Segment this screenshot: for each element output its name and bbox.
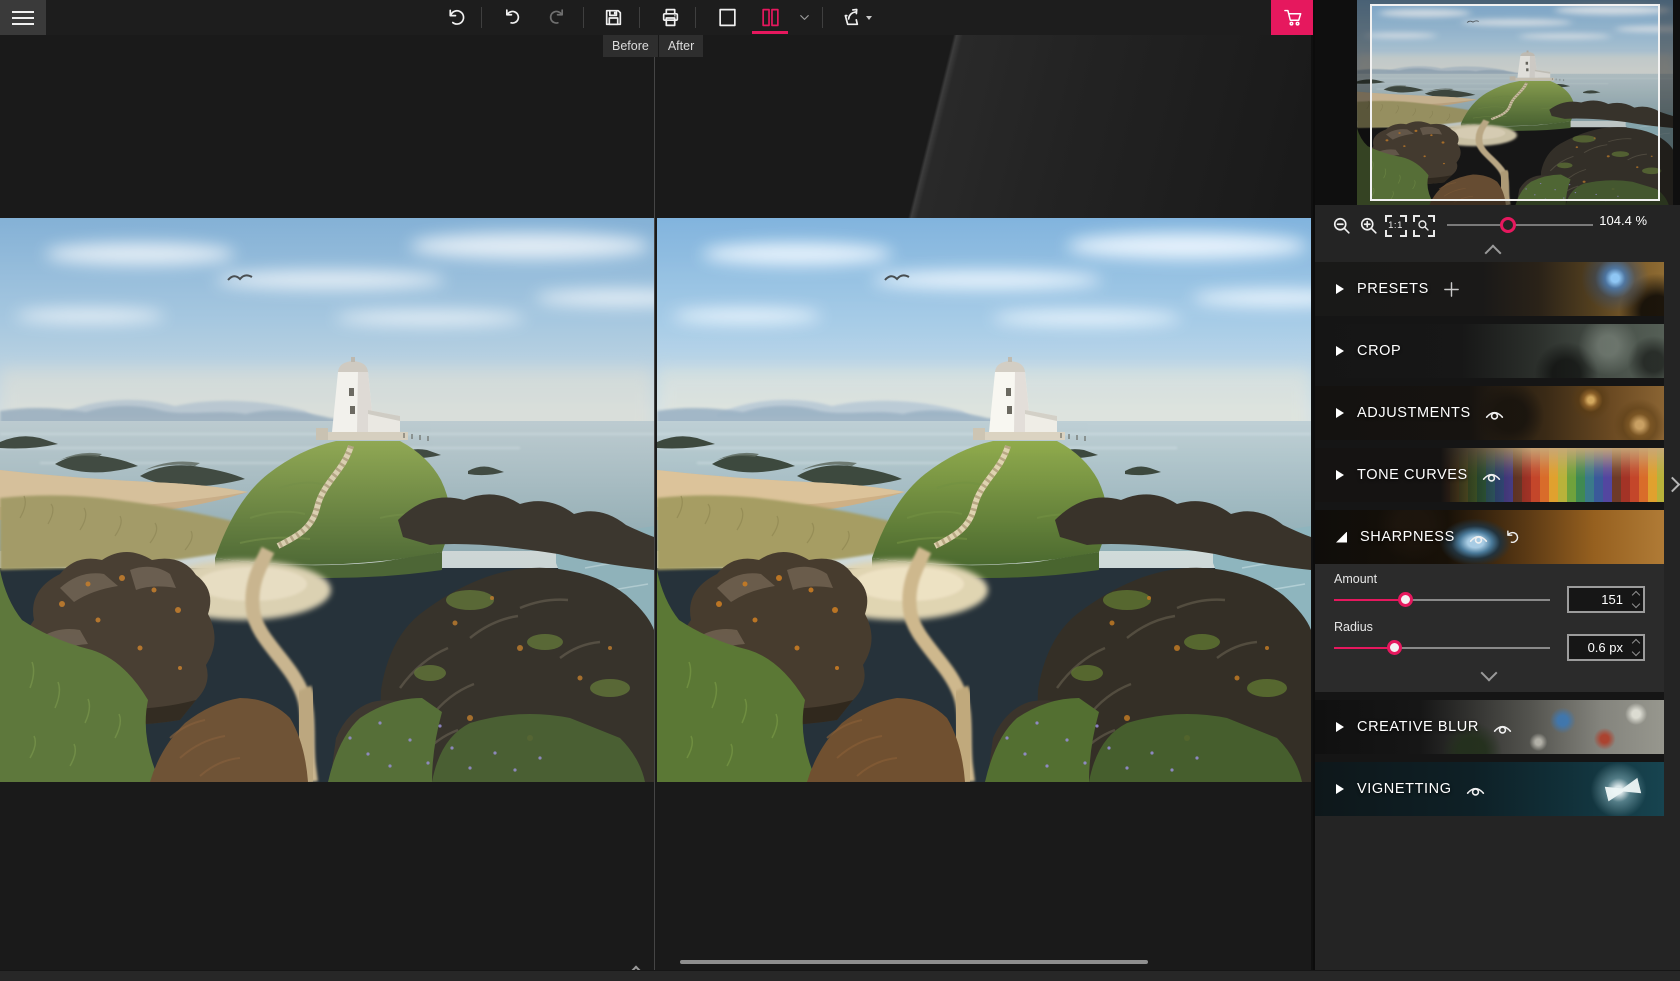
panel-label: VIGNETTING	[1357, 781, 1452, 797]
navigator-collapse-button[interactable]	[1485, 245, 1502, 262]
share-button[interactable]	[835, 0, 879, 35]
amount-label: Amount	[1334, 572, 1377, 586]
bottom-strip	[0, 970, 1680, 981]
editor-canvas: Before After	[0, 35, 1311, 970]
redo-icon	[546, 7, 567, 28]
share-icon	[842, 7, 863, 28]
plus-icon[interactable]	[1442, 280, 1461, 299]
zoom-slider-handle[interactable]	[1500, 217, 1516, 233]
after-image[interactable]	[657, 218, 1311, 782]
expander-icon	[1336, 346, 1344, 356]
zoom-percent: 104.4 %	[1583, 213, 1647, 228]
store-button[interactable]	[1271, 0, 1313, 35]
before-label: Before	[603, 35, 658, 57]
zoom-out-button[interactable]	[1329, 213, 1354, 238]
panel-adjustments[interactable]: ADJUSTMENTS	[1315, 386, 1664, 440]
visibility-icon[interactable]	[1465, 782, 1486, 797]
background-decoration	[560, 35, 1311, 218]
visibility-icon[interactable]	[1468, 530, 1489, 545]
expander-icon	[1336, 408, 1344, 418]
zoom-out-icon	[1331, 215, 1353, 237]
right-sidebar: 1:1 104.4 % PRESETS CROP	[1313, 0, 1680, 980]
visibility-icon[interactable]	[1481, 468, 1502, 483]
toolbar-separator	[639, 7, 640, 28]
panel-tone-curves[interactable]: TONE CURVES	[1315, 448, 1664, 502]
panel-presets[interactable]: PRESETS	[1315, 262, 1664, 316]
amount-slider-fill	[1334, 599, 1405, 601]
single-view-icon	[717, 7, 738, 28]
panel-crop[interactable]: CROP	[1315, 324, 1664, 378]
toolbar-separator	[583, 7, 584, 28]
before-image[interactable]	[0, 218, 654, 782]
amount-slider-track[interactable]	[1334, 599, 1550, 601]
undo-button[interactable]	[495, 0, 529, 35]
sharpness-controls: Amount Radius	[1315, 564, 1664, 692]
amount-input[interactable]	[1567, 586, 1645, 613]
single-view-button[interactable]	[710, 0, 744, 35]
view-options-button[interactable]	[792, 0, 816, 35]
shopping-cart-icon	[1282, 7, 1303, 28]
amount-slider-handle[interactable]	[1398, 592, 1413, 607]
after-label: After	[659, 35, 703, 57]
split-view-button[interactable]	[753, 0, 787, 35]
print-icon	[660, 7, 681, 28]
radius-slider-track[interactable]	[1334, 647, 1550, 649]
split-view-icon	[760, 7, 781, 28]
undo-full-icon	[445, 7, 466, 28]
hamburger-menu-button[interactable]	[0, 0, 46, 35]
panel-label: PRESETS	[1357, 281, 1429, 297]
reset-icon[interactable]	[1502, 528, 1521, 547]
zoom-one-to-one-button[interactable]: 1:1	[1383, 213, 1408, 238]
save-button[interactable]	[596, 0, 630, 35]
hamburger-icon	[12, 11, 34, 13]
zoom-in-button[interactable]	[1356, 213, 1381, 238]
panel-creative-blur[interactable]: CREATIVE BLUR	[1315, 700, 1664, 754]
panel-label: TONE CURVES	[1357, 467, 1468, 483]
expander-icon	[1336, 284, 1344, 294]
radius-value-box	[1567, 634, 1645, 661]
navigator-viewport[interactable]	[1370, 4, 1660, 201]
radius-slider-fill	[1334, 647, 1394, 649]
expander-icon	[1336, 722, 1344, 732]
navigator	[1315, 0, 1680, 205]
panel-label: CREATIVE BLUR	[1357, 719, 1479, 735]
zoom-slider-track[interactable]	[1447, 224, 1593, 226]
amount-value-box	[1567, 586, 1645, 613]
toolbar-separator	[481, 7, 482, 28]
revert-button[interactable]	[438, 0, 472, 35]
compare-labels: Before After	[603, 35, 703, 57]
panel-vignetting[interactable]: VIGNETTING	[1315, 762, 1664, 816]
sharpness-more-button[interactable]	[1481, 665, 1498, 682]
save-icon	[603, 7, 624, 28]
horizontal-scrollbar[interactable]	[680, 960, 1148, 964]
undo-icon	[502, 7, 523, 28]
toolbar	[0, 0, 1313, 35]
visibility-icon[interactable]	[1492, 720, 1513, 735]
panel-label: ADJUSTMENTS	[1357, 405, 1471, 421]
expander-icon	[1336, 532, 1347, 543]
share-caret-icon	[866, 16, 872, 20]
panel-label: CROP	[1357, 343, 1401, 359]
toolbar-separator	[695, 7, 696, 28]
radius-input[interactable]	[1567, 634, 1645, 661]
toolbar-separator	[822, 7, 823, 28]
split-divider[interactable]	[654, 35, 655, 970]
radius-label: Radius	[1334, 620, 1373, 634]
one-to-one-icon: 1:1	[1385, 215, 1407, 237]
zoom-fit-button[interactable]	[1411, 213, 1436, 238]
redo-button[interactable]	[539, 0, 573, 35]
zoom-fit-icon	[1413, 215, 1435, 237]
panel-label: SHARPNESS	[1360, 529, 1455, 545]
zoom-in-icon	[1358, 215, 1380, 237]
active-view-underline	[752, 31, 788, 34]
chevron-down-icon	[797, 10, 812, 25]
expander-icon	[1336, 784, 1344, 794]
tool-panels: PRESETS CROP ADJUSTMENTS	[1315, 262, 1664, 816]
print-button[interactable]	[653, 0, 687, 35]
visibility-icon[interactable]	[1484, 406, 1505, 421]
panel-sharpness[interactable]: SHARPNESS	[1315, 510, 1664, 564]
panel-expand-right-button[interactable]	[1665, 477, 1680, 493]
radius-slider-handle[interactable]	[1387, 640, 1402, 655]
expander-icon	[1336, 470, 1344, 480]
